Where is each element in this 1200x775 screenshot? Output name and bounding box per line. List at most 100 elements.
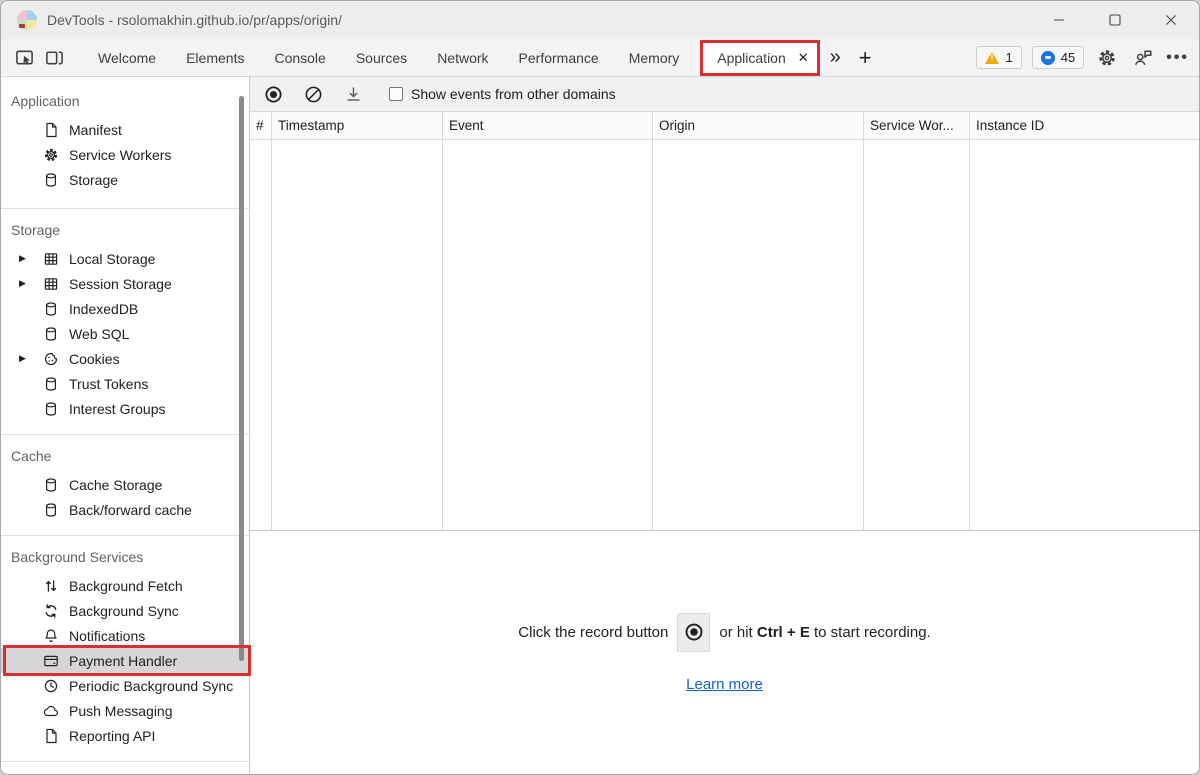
tab-elements[interactable]: Elements [171, 39, 259, 77]
gear-icon [43, 147, 59, 163]
tab-application-highlighted[interactable]: Application ✕ [700, 40, 819, 76]
sidebar-item-manifest[interactable]: Manifest [1, 117, 249, 142]
sidebar-item-notifications[interactable]: Notifications [1, 623, 249, 648]
issues-count: 45 [1061, 50, 1075, 65]
column-header-service-worker[interactable]: Service Wor... [864, 112, 969, 140]
tab-performance[interactable]: Performance [504, 39, 614, 77]
sidebar-item-interest-groups[interactable]: Interest Groups [1, 396, 249, 421]
add-tab-icon[interactable]: + [859, 45, 872, 71]
clock-icon [43, 678, 59, 694]
column-header-timestamp[interactable]: Timestamp [272, 112, 442, 140]
sidebar-item-trust-tokens[interactable]: Trust Tokens [1, 371, 249, 396]
empty-text-before: Click the record button [518, 624, 668, 641]
window-title: DevTools - rsolomakhin.github.io/pr/apps… [47, 12, 342, 28]
column-service-worker: Service Wor... [864, 112, 970, 530]
sidebar-item-indexeddb[interactable]: IndexedDB [1, 296, 249, 321]
section-application: Application Manifest Service Workers Sto… [1, 77, 249, 209]
section-cache: Cache Cache Storage Back/forward cache [1, 435, 249, 536]
settings-gear-icon[interactable] [1094, 45, 1120, 71]
cloud-icon [43, 703, 59, 719]
tabbar-right-controls: 1 45 ••• [976, 45, 1189, 71]
sidebar-item-payment-handler[interactable]: Payment Handler [1, 648, 249, 673]
column-event: Event [443, 112, 653, 530]
column-header-number[interactable]: # [250, 112, 271, 140]
table-grid-icon [43, 251, 59, 267]
show-events-checkbox[interactable] [389, 87, 403, 101]
save-events-button[interactable] [343, 84, 363, 104]
section-title-application: Application [1, 92, 249, 110]
sidebar-item-push-messaging[interactable]: Push Messaging [1, 698, 249, 723]
up-down-arrows-icon [43, 578, 59, 594]
warnings-count: 1 [1005, 50, 1012, 65]
events-toolbar: Show events from other domains [250, 77, 1199, 112]
shortcut-label: Ctrl + E [757, 624, 810, 641]
more-options-icon[interactable]: ••• [1166, 49, 1189, 67]
database-icon [43, 502, 59, 518]
expand-arrow-icon[interactable]: ▶ [19, 278, 35, 289]
expand-arrow-icon[interactable]: ▶ [19, 353, 35, 364]
more-tabs-icon[interactable]: » [830, 46, 841, 69]
feedback-icon[interactable] [1130, 45, 1156, 71]
sidebar-item-local-storage[interactable]: ▶ Local Storage [1, 246, 249, 271]
column-origin: Origin [653, 112, 864, 530]
sidebar-item-background-sync[interactable]: Background Sync [1, 598, 249, 623]
device-toolbar-icon[interactable] [39, 43, 69, 73]
window-controls [1031, 1, 1199, 39]
warning-icon [985, 52, 999, 64]
warnings-badge[interactable]: 1 [976, 46, 1021, 69]
sidebar-scrollbar[interactable] [239, 96, 244, 661]
app-favicon-icon [17, 10, 37, 30]
sidebar-item-cookies[interactable]: ▶ Cookies [1, 346, 249, 371]
database-icon [43, 301, 59, 317]
tab-application-label: Application [717, 50, 786, 66]
section-storage: Storage ▶ Local Storage ▶ Session Storag… [1, 209, 249, 435]
database-icon [43, 376, 59, 392]
bell-icon [43, 628, 59, 644]
sidebar-item-periodic-background-sync[interactable]: Periodic Background Sync [1, 673, 249, 698]
sidebar-item-session-storage[interactable]: ▶ Session Storage [1, 271, 249, 296]
issues-badge[interactable]: 45 [1032, 46, 1084, 69]
issues-icon [1041, 51, 1055, 65]
devtools-tabbar: Welcome Elements Console Sources Network… [1, 39, 1199, 77]
expand-arrow-icon[interactable]: ▶ [19, 253, 35, 264]
close-tab-icon[interactable]: ✕ [798, 51, 809, 64]
minimize-button[interactable] [1031, 1, 1087, 39]
payment-handler-panel: Show events from other domains # Timesta… [250, 77, 1199, 774]
tab-welcome[interactable]: Welcome [83, 39, 171, 77]
close-window-button[interactable] [1143, 1, 1199, 39]
learn-more-link[interactable]: Learn more [686, 676, 763, 693]
section-title-storage: Storage [1, 221, 249, 239]
column-instance-id: Instance ID [970, 112, 1199, 530]
sidebar-item-web-sql[interactable]: Web SQL [1, 321, 249, 346]
sidebar-item-reporting-api[interactable]: Reporting API [1, 723, 249, 748]
table-grid-icon [43, 276, 59, 292]
record-button[interactable] [677, 613, 710, 652]
titlebar: DevTools - rsolomakhin.github.io/pr/apps… [1, 1, 1199, 39]
document-icon [43, 728, 59, 744]
section-title-background-services: Background Services [1, 548, 249, 566]
sidebar-item-storage[interactable]: Storage [1, 167, 249, 192]
sidebar-item-cache-storage[interactable]: Cache Storage [1, 472, 249, 497]
events-table: # Timestamp Event Origin Service Wor... [250, 112, 1199, 531]
column-number: # [250, 112, 272, 530]
column-timestamp: Timestamp [272, 112, 443, 530]
inspect-element-icon[interactable] [9, 43, 39, 73]
sidebar-item-service-workers[interactable]: Service Workers [1, 142, 249, 167]
clear-events-button[interactable] [303, 84, 323, 104]
column-header-instance-id[interactable]: Instance ID [970, 112, 1199, 140]
tab-sources[interactable]: Sources [341, 39, 422, 77]
column-header-origin[interactable]: Origin [653, 112, 863, 140]
column-header-event[interactable]: Event [443, 112, 652, 140]
sidebar-item-background-fetch[interactable]: Background Fetch [1, 573, 249, 598]
empty-text-after: or hit Ctrl + E to start recording. [719, 624, 930, 641]
maximize-button[interactable] [1087, 1, 1143, 39]
database-icon [43, 172, 59, 188]
empty-state-message: Click the record button or hit Ctrl + E … [518, 613, 930, 652]
tab-network[interactable]: Network [422, 39, 503, 77]
database-icon [43, 401, 59, 417]
tab-console[interactable]: Console [259, 39, 340, 77]
tab-memory[interactable]: Memory [614, 39, 695, 77]
application-sidebar: Application Manifest Service Workers Sto… [1, 77, 250, 774]
sidebar-item-back-forward-cache[interactable]: Back/forward cache [1, 497, 249, 522]
record-events-button[interactable] [263, 84, 283, 104]
